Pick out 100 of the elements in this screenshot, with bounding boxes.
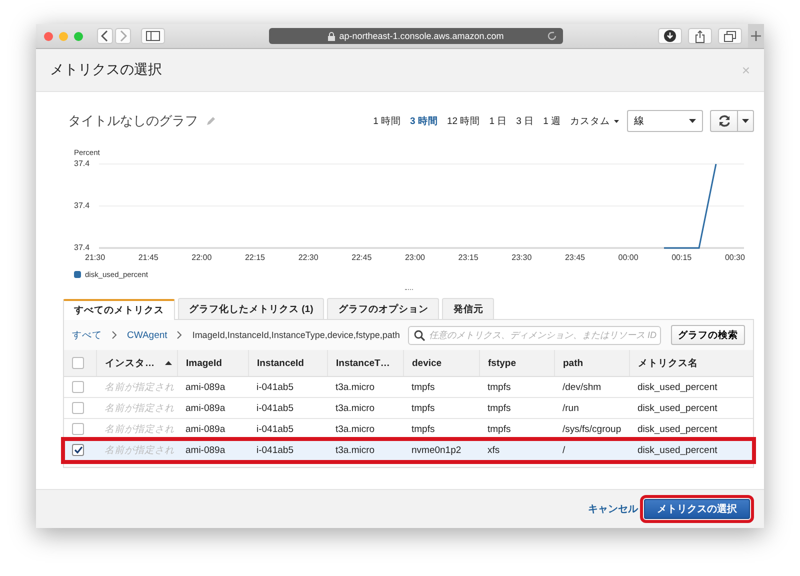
table-cell: 名前が指定され [96,376,178,398]
sort-ascending-icon [164,360,172,365]
row-checkbox[interactable] [72,444,84,456]
table-cell: disk_used_percent [630,398,753,418]
caret-icon [742,119,749,123]
table-cell: 名前が指定され [96,440,178,460]
axis-tick-label: 37.4 [74,243,90,253]
breadcrumb-separator-icon [112,331,117,339]
refresh-button[interactable] [710,110,738,132]
axis-tick-label: 37.4 [74,159,90,169]
table-cell: i-041ab5 [248,418,328,440]
tab[interactable]: グラフ化したメトリクス (1) [178,298,324,319]
table-cell: / [554,440,630,460]
table-cell: i-041ab5 [248,376,328,398]
tab[interactable]: 発信元 [442,298,494,319]
axis-tick-label: 22:15 [244,253,266,262]
caret-icon [689,119,696,123]
table-cell: xfs [480,440,554,460]
time-range-link[interactable]: 1 週 [543,114,561,128]
time-range-link[interactable]: 1 日 [489,114,508,128]
new-tab-icon[interactable] [748,24,764,48]
refresh-options-button[interactable] [738,110,754,132]
tabs-icon [724,30,736,42]
sidebar-button[interactable] [141,28,165,44]
table-cell: tmpfs [480,376,554,398]
lock-icon [328,32,336,40]
time-range-link[interactable]: 1 時間 [373,114,402,128]
address-bar[interactable]: ap-northeast-1.console.aws.amazon.com [269,28,563,44]
table-cell: t3a.micro [328,398,404,418]
table-cell: nvme0n1p2 [404,440,480,460]
breadcrumb-text: ImageId,InstanceId,InstanceType,device,fstype,path [192,330,400,340]
table-cell: tmpfs [480,418,554,440]
table-cell: tmpfs [404,376,480,398]
column-header[interactable]: path [554,350,630,376]
column-header[interactable]: ImageId [178,350,248,376]
table-cell: t3a.micro [328,376,404,398]
chevron-right-icon [119,30,127,42]
graph-search-button[interactable]: グラフの検索 [671,325,745,345]
table-cell: 名前が指定され [96,418,178,440]
tabs-button[interactable] [718,28,742,44]
caret-icon [614,120,619,122]
axis-tick-label: 00:00 [618,253,638,262]
column-header[interactable]: fstype [480,350,554,376]
download-icon [664,30,676,42]
axis-tick-label: 22:00 [192,253,212,262]
breadcrumb-link[interactable]: すべて [72,328,102,342]
download-button[interactable] [658,28,682,44]
select-all-checkbox[interactable] [72,357,84,369]
table-cell: tmpfs [480,398,554,418]
table-cell: 名前が指定され [96,398,178,418]
tab[interactable]: グラフのオプション [327,298,440,319]
time-range-link[interactable]: 3 時間 [410,114,438,128]
column-header[interactable]: インスタ… [96,350,178,376]
table-cell: i-041ab5 [248,440,328,460]
share-icon [695,30,705,42]
row-checkbox[interactable] [72,402,84,414]
table-cell: /sys/fs/cgroup [554,418,630,440]
graph-title: タイトルなしのグラフ [68,112,198,130]
chevron-left-icon [101,30,109,42]
table-cell: /run [554,398,630,418]
row-checkbox[interactable] [72,381,84,393]
table-cell: ami-089a [178,376,248,398]
table-cell: disk_used_percent [630,376,753,398]
axis-tick-label: 23:30 [512,253,532,262]
search-field[interactable]: 任意のメトリクス、ディメンション、またはリソース ID [408,326,661,344]
url-text: ap-northeast-1.console.aws.amazon.com [339,31,504,41]
column-header[interactable]: device [404,350,480,376]
sidebar-icon [146,31,160,41]
dialog-title: メトリクスの選択 [50,61,162,79]
table-cell: t3a.micro [328,418,404,440]
chart-type-select[interactable]: 線 [627,110,703,132]
table-cell: ami-089a [178,398,248,418]
time-range-link[interactable]: 12 時間 [446,114,480,128]
breadcrumb-separator-icon [177,331,182,339]
back-button[interactable] [97,28,113,44]
range-dropdown[interactable]: カスタム [570,114,619,128]
axis-tick-label: 22:45 [352,253,372,262]
axis-tick-label: 00:15 [672,253,692,262]
row-checkbox[interactable] [72,423,84,435]
table-cell: i-041ab5 [248,398,328,418]
column-header[interactable]: InstanceT… [328,350,404,376]
share-button[interactable] [688,28,712,44]
axis-tick-label: 23:00 [404,253,425,262]
close-window-button[interactable] [44,32,53,40]
time-range-link[interactable]: 3 日 [516,114,534,128]
table-cell: t3a.micro [328,440,404,460]
table-cell: ami-089a [178,418,248,440]
table-cell: disk_used_percent [630,440,753,460]
column-header[interactable]: InstanceId [248,350,328,376]
table-cell: tmpfs [404,398,480,418]
axis-tick-label: 21:45 [138,253,158,262]
cancel-button[interactable]: キャンセル [588,502,638,516]
reload-icon[interactable] [547,31,557,41]
legend-swatch [74,271,81,278]
breadcrumb-link[interactable]: CWAgent [127,330,168,340]
resize-handle[interactable] [404,289,412,292]
table-cell: tmpfs [404,418,480,440]
pencil-icon[interactable] [206,116,215,126]
column-header[interactable]: メトリクス名 [630,350,753,376]
tab[interactable]: すべてのメトリクス [63,299,175,320]
